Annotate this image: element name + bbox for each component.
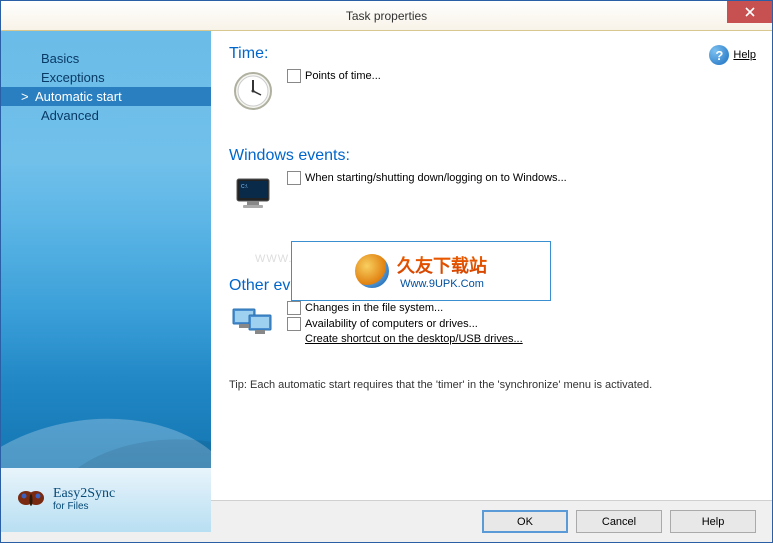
sidebar: Basics Exceptions Automatic start Advanc… (1, 31, 211, 500)
footer: Easy2Sync for Files OK Cancel Help (1, 500, 772, 542)
svg-text:C:\: C:\ (241, 184, 248, 190)
opt-windows-start[interactable]: When starting/shutting down/logging on t… (287, 171, 567, 185)
butterfly-icon (17, 488, 45, 512)
body: Basics Exceptions Automatic start Advanc… (1, 31, 772, 500)
titlebar: Task properties (1, 1, 772, 31)
section-time-title: Time: (229, 45, 756, 63)
help-icon[interactable]: ? (709, 45, 729, 65)
opt-availability[interactable]: Availability of computers or drives... (287, 317, 523, 331)
nav-basics[interactable]: Basics (1, 49, 211, 68)
window-title: Task properties (1, 9, 772, 23)
monitor-icon: C:\ (229, 169, 277, 217)
nav-exceptions[interactable]: Exceptions (1, 68, 211, 87)
nav: Basics Exceptions Automatic start Advanc… (1, 31, 211, 125)
label-points-of-time: Points of time... (305, 70, 381, 82)
button-row: OK Cancel Help (211, 510, 772, 533)
checkbox-points-of-time[interactable] (287, 69, 301, 83)
watermark: 久友下载站 Www.9UPK.Com (291, 241, 551, 301)
watermark-url: Www.9UPK.Com (400, 278, 484, 290)
create-shortcut-link[interactable]: Create shortcut on the desktop/USB drive… (305, 333, 523, 345)
help-link[interactable]: Help (733, 49, 756, 61)
opt-points-of-time[interactable]: Points of time... (287, 69, 381, 83)
logo-sub: for Files (53, 501, 115, 512)
nav-automatic-start[interactable]: Automatic start (1, 87, 211, 106)
window: Task properties Basics Exceptions Automa… (0, 0, 773, 543)
tip-text: Tip: Each automatic start requires that … (229, 379, 689, 391)
checkbox-windows-start[interactable] (287, 171, 301, 185)
nav-advanced[interactable]: Advanced (1, 106, 211, 125)
checkbox-file-changes[interactable] (287, 301, 301, 315)
main-panel: ? Help Time: (211, 31, 772, 500)
checkbox-availability[interactable] (287, 317, 301, 331)
help-area: ? Help (709, 45, 756, 65)
cancel-button[interactable]: Cancel (576, 510, 662, 533)
section-windows-events-title: Windows events: (229, 147, 756, 165)
computers-icon (229, 299, 277, 347)
clock-icon (229, 67, 277, 115)
help-button[interactable]: Help (670, 510, 756, 533)
logo-area: Easy2Sync for Files (1, 468, 211, 532)
label-file-changes: Changes in the file system... (305, 302, 443, 314)
label-availability: Availability of computers or drives... (305, 318, 478, 330)
close-button[interactable] (727, 1, 772, 23)
watermark-globe-icon (355, 254, 389, 288)
watermark-text: 久友下载站 (397, 252, 487, 278)
section-windows-events: Windows events: C:\ (229, 147, 756, 217)
logo-name: Easy2Sync (53, 487, 115, 501)
label-windows-start: When starting/shutting down/logging on t… (305, 172, 567, 184)
close-icon (745, 7, 755, 17)
opt-file-changes[interactable]: Changes in the file system... (287, 301, 523, 315)
section-time: Time: Points of (229, 45, 756, 115)
ok-button[interactable]: OK (482, 510, 568, 533)
